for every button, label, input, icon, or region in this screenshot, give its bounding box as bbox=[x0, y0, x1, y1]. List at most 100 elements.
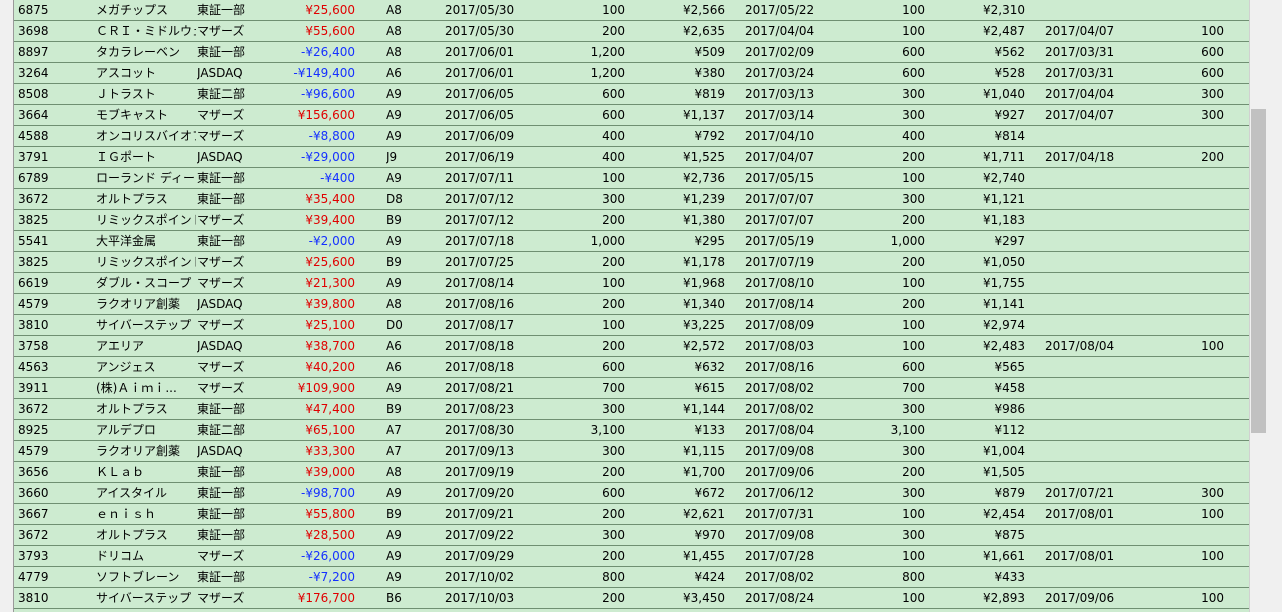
table-row[interactable]: 3672 オルトプラス 東証一部 ¥28,500 A9 2017/09/22 300 ¥970… bbox=[14, 525, 1249, 546]
cell-date3: 2017/07/21 bbox=[1045, 486, 1115, 500]
cell-qty3: 100 bbox=[1201, 507, 1224, 521]
table-row[interactable]: 6789 ローランド ディー. 東証一部 -¥400 A9 2017/07/11 100 ¥2… bbox=[14, 168, 1249, 189]
cell-price2: ¥1,040 bbox=[983, 87, 1025, 101]
cell-price2: ¥433 bbox=[994, 570, 1025, 584]
table-row[interactable]: 3793 ドリコム マザーズ -¥26,000 A9 2017/09/29 200 ¥1,45… bbox=[14, 546, 1249, 567]
cell-date2: 2017/02/09 bbox=[745, 45, 815, 59]
table-row[interactable]: 8897 タカラレーベン 東証一部 -¥26,400 A8 2017/06/01 1,200… bbox=[14, 42, 1249, 63]
cell-name: オルトプラス bbox=[96, 528, 168, 542]
table-row[interactable]: 4579 ラクオリア創薬 JASDAQ ¥39,800 A8 2017/08/16 200 ¥… bbox=[14, 294, 1249, 315]
table-row[interactable]: 3825 リミックスポイント マザーズ ¥39,400 B9 2017/07/12 200 ¥… bbox=[14, 210, 1249, 231]
cell-price2: ¥562 bbox=[994, 45, 1025, 59]
cell-date1: 2017/08/14 bbox=[445, 276, 515, 290]
table-row[interactable]: 3825 リミックスポイント マザーズ ¥25,600 B9 2017/07/25 200 ¥… bbox=[14, 252, 1249, 273]
cell-grade: D0 bbox=[386, 318, 403, 332]
cell-name: アイスタイル bbox=[96, 486, 168, 500]
cell-date1: 2017/09/22 bbox=[445, 528, 515, 542]
cell-date2: 2017/07/07 bbox=[745, 213, 815, 227]
cell-qty3 bbox=[1144, 315, 1224, 335]
table-row[interactable]: 3911 (株)Ａｉｍｉ... マザーズ ¥109,900 A9 2017/08/21 70… bbox=[14, 378, 1249, 399]
cell-grade: A8 bbox=[386, 465, 402, 479]
cell-qty1: 600 bbox=[602, 87, 625, 101]
table-row[interactable]: 3758 アエリア JASDAQ ¥38,700 A6 2017/08/18 200 ¥2,5… bbox=[14, 336, 1249, 357]
table-row[interactable]: 3810 サイバーステップ マザーズ ¥176,700 B6 2017/10/03 200 ¥… bbox=[14, 588, 1249, 609]
cell-qty2: 100 bbox=[902, 318, 925, 332]
cell-grade: A6 bbox=[386, 66, 402, 80]
table-row[interactable]: 3664 モブキャスト マザーズ ¥156,600 A9 2017/06/05 600 ¥1,… bbox=[14, 105, 1249, 126]
scrollbar-thumb[interactable] bbox=[1251, 109, 1266, 433]
table-row[interactable]: 3672 オルトプラス 東証一部 ¥47,400 B9 2017/08/23 300 ¥1,1… bbox=[14, 399, 1249, 420]
cell-date1: 2017/08/18 bbox=[445, 360, 515, 374]
cell-qty2: 400 bbox=[902, 129, 925, 143]
cell-date2: 2017/04/07 bbox=[745, 150, 815, 164]
cell-profit: ¥109,900 bbox=[297, 381, 355, 395]
cell-qty3: 100 bbox=[1201, 339, 1224, 353]
table-row[interactable]: 6619 ダブル・スコープ マザーズ ¥21,300 A9 2017/08/14 100 ¥1… bbox=[14, 273, 1249, 294]
table-row[interactable]: 8508 Ｊトラスト 東証二部 -¥96,600 A9 2017/06/05 600 ¥819… bbox=[14, 84, 1249, 105]
table-row[interactable]: 6875 メガチップス 東証一部 ¥25,600 A8 2017/05/30 100 ¥2,5… bbox=[14, 0, 1249, 21]
cell-grade: A9 bbox=[386, 129, 402, 143]
table-row[interactable]: 3791 ＩＧポート JASDAQ -¥29,000 J9 2017/06/19 400 ¥1… bbox=[14, 147, 1249, 168]
cell-date1: 2017/07/25 bbox=[445, 255, 515, 269]
cell-profit: ¥35,400 bbox=[305, 192, 355, 206]
cell-qty1: 600 bbox=[602, 108, 625, 122]
cell-price1: ¥1,137 bbox=[683, 108, 725, 122]
cell-grade: B9 bbox=[386, 255, 402, 269]
cell-profit: ¥40,200 bbox=[305, 360, 355, 374]
table-row[interactable]: 4588 オンコリスバイオファマザーズ -¥8,800 A9 2017/06/09 400… bbox=[14, 126, 1249, 147]
cell-date3 bbox=[1045, 315, 1135, 335]
cell-market: マザーズ bbox=[197, 276, 245, 290]
cell-price1: ¥1,525 bbox=[683, 150, 725, 164]
cell-price1: ¥1,340 bbox=[683, 297, 725, 311]
table-row[interactable]: 5541 大平洋金属 東証一部 -¥2,000 A9 2017/07/18 1,000 ¥29… bbox=[14, 231, 1249, 252]
cell-qty2: 100 bbox=[902, 171, 925, 185]
table-row[interactable]: 3810 サイバーステップ マザーズ ¥25,100 D0 2017/08/17 100 ¥3… bbox=[14, 315, 1249, 336]
cell-name: ソフトブレーン bbox=[96, 570, 180, 584]
cell-name: ｅｎｉｓｈ bbox=[96, 507, 157, 521]
table-row[interactable]: 3656 ＫＬａｂ 東証一部 ¥39,000 A8 2017/09/19 200 ¥1,700… bbox=[14, 462, 1249, 483]
cell-date1: 2017/07/12 bbox=[445, 192, 515, 206]
table-row[interactable]: 8925 アルデプロ 東証二部 ¥65,100 A7 2017/08/30 3,100 ¥13… bbox=[14, 420, 1249, 441]
table-row[interactable]: 3672 オルトプラス 東証一部 ¥35,400 D8 2017/07/12 300 ¥1,2… bbox=[14, 189, 1249, 210]
cell-profit: -¥2,000 bbox=[308, 234, 355, 248]
cell-qty2: 300 bbox=[902, 402, 925, 416]
cell-market: JASDAQ bbox=[197, 150, 243, 164]
cell-market: 東証二部 bbox=[197, 423, 246, 437]
table-row[interactable]: 3660 アイスタイル 東証一部 -¥98,700 A9 2017/09/20 600 ¥67… bbox=[14, 483, 1249, 504]
table-row[interactable]: 3698 ＣＲＩ・ミドルウェアマザーズ ¥55,600 A8 2017/05/30 200… bbox=[14, 21, 1249, 42]
cell-price2: ¥875 bbox=[994, 528, 1025, 542]
table-row[interactable]: 3264 アスコット JASDAQ -¥149,400 A6 2017/06/01 1,20… bbox=[14, 63, 1249, 84]
cell-qty3: 600 bbox=[1201, 66, 1224, 80]
cell-date1: 2017/06/05 bbox=[445, 108, 515, 122]
cell-qty2: 200 bbox=[902, 255, 925, 269]
trade-history-grid[interactable]: 6875 メガチップス 東証一部 ¥25,600 A8 2017/05/30 100 ¥2,5… bbox=[14, 0, 1249, 612]
cell-price1: ¥819 bbox=[694, 87, 725, 101]
cell-qty2: 100 bbox=[902, 507, 925, 521]
cell-profit: ¥25,600 bbox=[305, 255, 355, 269]
cell-market: 東証二部 bbox=[197, 87, 246, 101]
cell-qty2: 3,100 bbox=[890, 423, 925, 437]
cell-price1: ¥1,968 bbox=[683, 276, 725, 290]
cell-date2: 2017/03/14 bbox=[745, 108, 815, 122]
cell-qty1: 200 bbox=[602, 507, 625, 521]
table-row[interactable]: 4779 ソフトブレーン 東証一部 -¥7,200 A9 2017/10/02 800 ¥42… bbox=[14, 567, 1249, 588]
cell-qty3 bbox=[1144, 189, 1224, 209]
cell-market: マザーズ bbox=[197, 24, 245, 38]
cell-date2: 2017/06/12 bbox=[745, 486, 815, 500]
cell-code: 3672 bbox=[18, 528, 49, 542]
cell-name: ＫＬａｂ bbox=[96, 465, 145, 479]
cell-qty2: 600 bbox=[902, 45, 925, 59]
cell-code: 3664 bbox=[18, 108, 49, 122]
cell-name: モブキャスト bbox=[96, 108, 169, 122]
table-row[interactable]: 3667 ｅｎｉｓｈ 東証一部 ¥55,800 B9 2017/09/21 200 ¥2,62… bbox=[14, 504, 1249, 525]
cell-profit: ¥176,700 bbox=[297, 591, 355, 605]
cell-price2: ¥565 bbox=[994, 360, 1025, 374]
cell-qty3 bbox=[1144, 231, 1224, 251]
cell-price2: ¥2,454 bbox=[983, 507, 1025, 521]
cell-qty3 bbox=[1144, 420, 1224, 440]
cell-qty1: 100 bbox=[602, 318, 625, 332]
cell-qty1: 200 bbox=[602, 297, 625, 311]
table-row[interactable]: 4579 ラクオリア創薬 JASDAQ ¥33,300 A7 2017/09/13 300 ¥… bbox=[14, 441, 1249, 462]
cell-code: 4779 bbox=[18, 570, 49, 584]
table-row[interactable]: 4563 アンジェス マザーズ ¥40,200 A6 2017/08/18 600 ¥632 2… bbox=[14, 357, 1249, 378]
